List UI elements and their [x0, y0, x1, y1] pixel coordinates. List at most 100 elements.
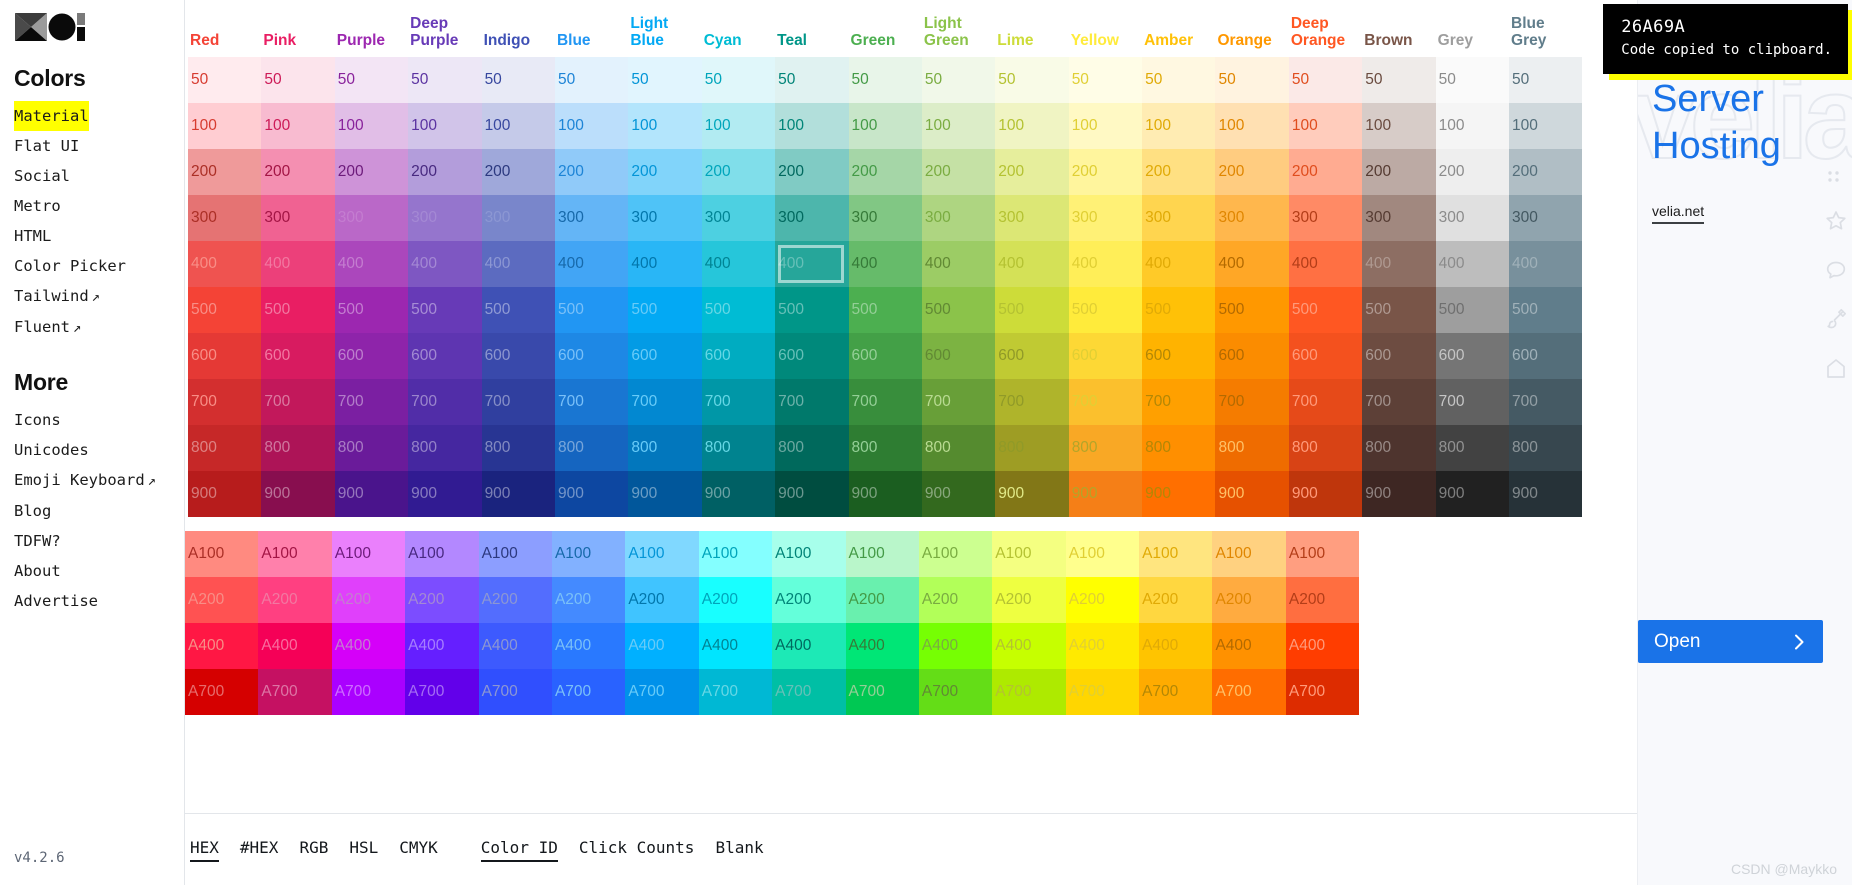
color-swatch[interactable]: 800	[261, 425, 335, 471]
color-swatch[interactable]: 800	[334, 425, 409, 471]
sidebar-item-blog[interactable]: Blog	[14, 496, 51, 526]
color-swatch[interactable]: 400	[701, 241, 776, 287]
color-swatch[interactable]: A100	[992, 531, 1066, 577]
color-swatch[interactable]: 400	[554, 241, 629, 287]
color-swatch[interactable]: 600	[408, 333, 482, 379]
color-swatch[interactable]: 500	[1435, 287, 1510, 333]
color-swatch[interactable]: 700	[1142, 379, 1216, 425]
color-swatch[interactable]: 400	[1362, 241, 1436, 287]
color-swatch[interactable]: 500	[775, 287, 849, 333]
color-swatch[interactable]: 50	[848, 57, 922, 103]
format-btn-hex[interactable]: HEX	[190, 838, 219, 862]
format-btn-rgb[interactable]: RGB	[299, 838, 328, 862]
color-swatch[interactable]: 700	[1215, 379, 1289, 425]
color-swatch[interactable]: 200	[334, 149, 409, 195]
color-swatch[interactable]: 900	[408, 471, 482, 517]
color-swatch[interactable]: 200	[1362, 149, 1436, 195]
sidebar-item-social[interactable]: Social	[14, 161, 70, 191]
color-swatch[interactable]: 50	[261, 57, 335, 103]
column-header-blue-grey[interactable]: Blue Grey	[1509, 15, 1582, 57]
color-swatch[interactable]: A100	[845, 531, 919, 577]
color-swatch[interactable]: 300	[701, 195, 776, 241]
color-swatch[interactable]: 800	[1142, 425, 1216, 471]
color-swatch[interactable]: 500	[1288, 287, 1363, 333]
color-swatch[interactable]: 100	[188, 103, 262, 149]
color-swatch[interactable]: A700	[845, 669, 919, 715]
color-swatch[interactable]: 700	[628, 379, 702, 425]
color-swatch[interactable]: 800	[1215, 425, 1289, 471]
sidebar-item-unicodes[interactable]: Unicodes	[14, 435, 89, 465]
color-swatch[interactable]: 100	[1435, 103, 1510, 149]
color-swatch[interactable]: 700	[1509, 379, 1583, 425]
color-swatch[interactable]: A400	[258, 623, 332, 669]
color-swatch[interactable]: 900	[1288, 471, 1363, 517]
color-swatch[interactable]: A100	[551, 531, 626, 577]
color-swatch[interactable]: 200	[554, 149, 629, 195]
color-swatch[interactable]: 500	[261, 287, 335, 333]
color-swatch[interactable]: 100	[1362, 103, 1436, 149]
color-swatch[interactable]: 200	[1215, 149, 1289, 195]
color-swatch[interactable]: A700	[992, 669, 1066, 715]
color-swatch[interactable]: 800	[628, 425, 702, 471]
column-header-light-blue[interactable]: Light Blue	[628, 15, 701, 57]
color-swatch[interactable]: 300	[1288, 195, 1363, 241]
color-swatch[interactable]: 800	[1509, 425, 1583, 471]
color-swatch[interactable]: 50	[775, 57, 849, 103]
color-swatch[interactable]: 500	[628, 287, 702, 333]
ad-container[interactable]: velia.net Server Hosting velia.net	[1638, 0, 1852, 885]
color-swatch[interactable]: 200	[995, 149, 1069, 195]
color-swatch[interactable]: 500	[408, 287, 482, 333]
color-swatch[interactable]: 100	[1068, 103, 1143, 149]
color-swatch[interactable]: 900	[701, 471, 776, 517]
color-swatch[interactable]: A100	[625, 531, 699, 577]
color-swatch[interactable]: 50	[408, 57, 482, 103]
color-swatch[interactable]: A400	[625, 623, 699, 669]
color-swatch[interactable]: 500	[554, 287, 629, 333]
color-swatch[interactable]: A700	[551, 669, 626, 715]
color-swatch[interactable]: 400	[1142, 241, 1216, 287]
color-swatch[interactable]: 700	[995, 379, 1069, 425]
color-swatch[interactable]: A700	[1285, 669, 1360, 715]
color-swatch[interactable]: 800	[775, 425, 849, 471]
color-swatch[interactable]: 600	[775, 333, 849, 379]
color-swatch[interactable]: 300	[334, 195, 409, 241]
color-swatch[interactable]: 900	[921, 471, 996, 517]
color-swatch[interactable]: 300	[775, 195, 849, 241]
color-swatch[interactable]: A400	[1285, 623, 1360, 669]
color-swatch[interactable]: 400	[995, 241, 1069, 287]
color-swatch[interactable]: 600	[1509, 333, 1583, 379]
column-header-lime[interactable]: Lime	[995, 32, 1068, 57]
color-swatch[interactable]: 900	[1509, 471, 1583, 517]
color-swatch[interactable]: 200	[408, 149, 482, 195]
color-swatch[interactable]: A700	[1212, 669, 1286, 715]
color-swatch[interactable]: 600	[1215, 333, 1289, 379]
color-swatch[interactable]: A700	[185, 669, 259, 715]
column-header-blue[interactable]: Blue	[555, 32, 628, 57]
color-swatch[interactable]: A400	[1139, 623, 1213, 669]
color-swatch[interactable]: 400	[1215, 241, 1289, 287]
column-header-brown[interactable]: Brown	[1362, 32, 1435, 57]
color-swatch[interactable]: A200	[1065, 577, 1140, 623]
color-swatch[interactable]: 200	[628, 149, 702, 195]
column-header-teal[interactable]: Teal	[775, 32, 848, 57]
column-header-purple[interactable]: Purple	[335, 32, 408, 57]
format-btn--hex[interactable]: #HEX	[240, 838, 279, 862]
color-swatch[interactable]: 200	[261, 149, 335, 195]
color-swatch[interactable]: 700	[1068, 379, 1143, 425]
color-swatch[interactable]: 600	[628, 333, 702, 379]
color-swatch[interactable]: 100	[995, 103, 1069, 149]
color-swatch[interactable]: 200	[701, 149, 776, 195]
color-swatch[interactable]: 800	[1068, 425, 1143, 471]
color-swatch[interactable]: 600	[1288, 333, 1363, 379]
color-swatch[interactable]: 600	[554, 333, 629, 379]
sidebar-item-icons[interactable]: Icons	[14, 405, 61, 435]
column-header-light-green[interactable]: Light Green	[922, 15, 995, 57]
color-swatch[interactable]: 300	[1435, 195, 1510, 241]
color-swatch[interactable]: 900	[1142, 471, 1216, 517]
color-swatch[interactable]: 600	[995, 333, 1069, 379]
color-swatch[interactable]: 500	[921, 287, 996, 333]
color-swatch[interactable]: 400	[628, 241, 702, 287]
color-swatch[interactable]: 300	[848, 195, 922, 241]
ad-open-button[interactable]: Open	[1638, 620, 1823, 663]
color-swatch[interactable]: 50	[1509, 57, 1583, 103]
